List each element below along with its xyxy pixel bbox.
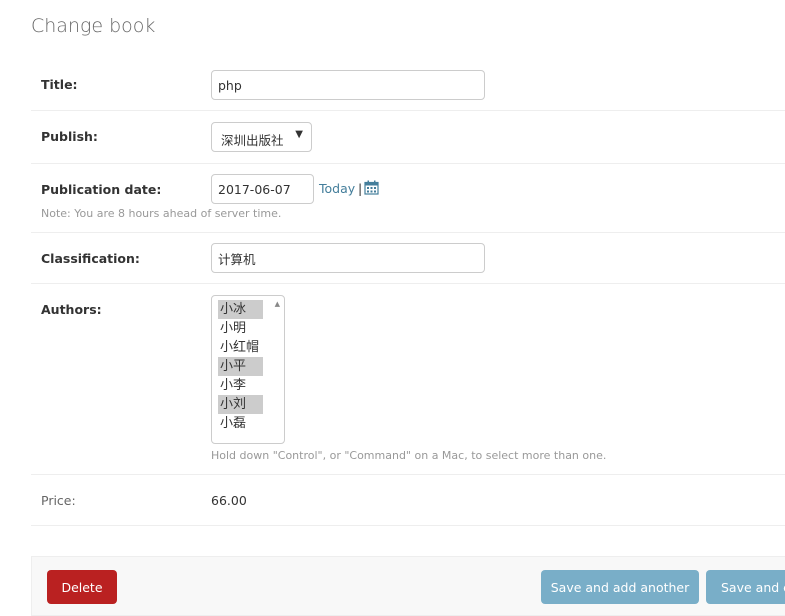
publish-selected-value: 深圳出版社 [221, 133, 284, 148]
delete-button[interactable]: Delete [47, 570, 117, 604]
title-label: Title: [41, 77, 78, 92]
save-and-add-another-button[interactable]: Save and add another [541, 570, 699, 604]
form-row-price: Price: 66.00 [31, 475, 785, 526]
authors-label: Authors: [41, 302, 102, 317]
form-row-publish: Publish: 深圳出版社 ▼ [31, 111, 785, 164]
authors-help-text: Hold down "Control", or "Command" on a M… [211, 449, 607, 462]
form-row-classification: Classification: [31, 233, 785, 284]
calendar-icon[interactable] [364, 180, 379, 195]
publication-date-input[interactable] [211, 174, 314, 204]
price-label: Price: [41, 493, 76, 508]
date-shortcut-separator: | [358, 181, 363, 196]
authors-multiselect[interactable]: ▲ 小冰 小明 小红帽 小平 小李 小刘 小磊 [211, 295, 285, 444]
timezone-note: Note: You are 8 hours ahead of server ti… [41, 207, 282, 220]
save-and-continue-button[interactable]: Save and co [706, 570, 785, 604]
scroll-up-arrow-icon[interactable]: ▲ [275, 300, 280, 308]
authors-option-list: 小冰 小明 小红帽 小平 小李 小刘 小磊 [212, 296, 284, 433]
submit-row: Delete Save and add another Save and co [31, 556, 785, 616]
author-option[interactable]: 小李 [218, 376, 263, 395]
author-option[interactable]: 小磊 [218, 414, 263, 433]
publication-date-label: Publication date: [41, 182, 162, 197]
author-option[interactable]: 小红帽 [218, 338, 263, 357]
form-row-publication-date: Publication date: Today | Note: You are … [31, 164, 785, 233]
author-option[interactable]: 小平 [218, 357, 263, 376]
author-option[interactable]: 小冰 [218, 300, 263, 319]
publish-label: Publish: [41, 129, 98, 144]
form-row-authors: Authors: ▲ 小冰 小明 小红帽 小平 小李 小刘 小磊 Hold down "Co… [31, 284, 785, 475]
today-link[interactable]: Today [319, 181, 355, 196]
title-input[interactable] [211, 70, 485, 100]
publish-select[interactable]: 深圳出版社 ▼ [211, 122, 312, 152]
page-title: Change book [31, 15, 156, 37]
classification-input[interactable] [211, 243, 485, 273]
price-value: 66.00 [211, 493, 247, 508]
chevron-down-icon: ▼ [295, 129, 303, 140]
author-option[interactable]: 小刘 [218, 395, 263, 414]
classification-label: Classification: [41, 251, 140, 266]
author-option[interactable]: 小明 [218, 319, 263, 338]
form-row-title: Title: [31, 60, 785, 111]
